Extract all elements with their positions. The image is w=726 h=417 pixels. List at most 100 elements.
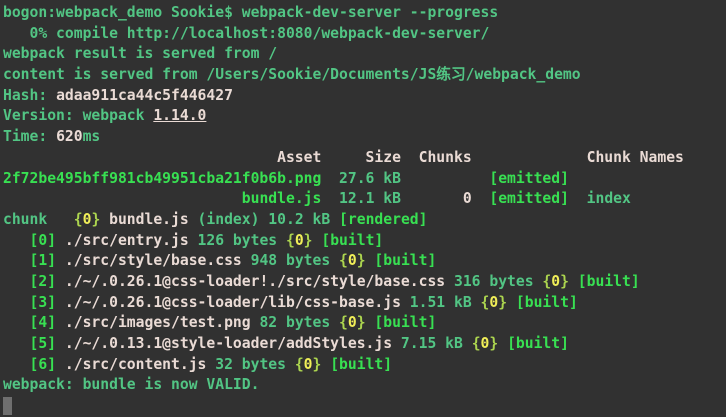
text-segment: { [472, 335, 481, 352]
text-segment: chunk [3, 211, 74, 228]
text-segment: 2f72be495bff981cb49951cba21f0b6b.png [3, 170, 321, 187]
text-segment: } [357, 314, 366, 331]
text-segment [56, 232, 65, 249]
text-segment [498, 335, 507, 352]
terminal-line: webpack result is served from / [3, 44, 726, 65]
text-segment: 32 bytes [206, 356, 294, 373]
terminal-line: [2] ./~/.0.26.1@css-loader!./src/style/b… [3, 272, 726, 293]
terminal-line: bogon:webpack_demo Sookie$ webpack-dev-s… [3, 3, 726, 24]
text-segment: (index) 10.2 kB [189, 211, 339, 228]
text-segment: [emitted] [489, 170, 569, 187]
text-segment: ./src/entry.js [65, 232, 189, 249]
text-segment: [built] [507, 335, 569, 352]
text-segment: [5] [30, 335, 57, 352]
text-segment: content is served from /Users/Sookie/Doc… [3, 66, 581, 83]
text-segment: [3] [30, 294, 57, 311]
text-segment: ./src/style/base.css [65, 252, 242, 269]
text-segment [56, 273, 65, 290]
text-segment: Time: [3, 128, 56, 145]
terminal-line: Version: webpack 1.14.0 [3, 106, 726, 127]
text-segment [3, 335, 30, 352]
text-segment: 1.51 kB [401, 294, 481, 311]
text-segment: webpack: bundle is now VALID. [3, 376, 259, 393]
terminal-line: Hash: adaa911ca44c5f446427 [3, 86, 726, 107]
terminal-line: Time: 620ms [3, 127, 726, 148]
text-segment: } [560, 273, 569, 290]
terminal-line: [6] ./src/content.js 32 bytes {0} [built… [3, 355, 726, 376]
text-segment: bundle.js [109, 211, 189, 228]
text-segment: 7.15 kB [392, 335, 472, 352]
text-segment: 82 bytes [251, 314, 339, 331]
text-segment: bogon:webpack_demo Sookie$ webpack-dev-s… [3, 4, 498, 21]
terminal-line: 2f72be495bff981cb49951cba21f0b6b.png 27.… [3, 169, 726, 190]
terminal-line: [3] ./~/.0.26.1@css-loader/lib/css-base.… [3, 293, 726, 314]
text-segment: } [304, 232, 313, 249]
text-segment: 0 [295, 232, 304, 249]
text-segment [472, 190, 490, 207]
text-segment: 0 [489, 294, 498, 311]
text-segment: adaa911ca44c5f446427 [56, 87, 233, 104]
terminal-line: [5] ./~/.0.13.1@style-loader/addStyles.j… [3, 334, 726, 355]
text-segment: 0 [463, 190, 472, 207]
text-segment [3, 314, 30, 331]
text-segment [3, 252, 30, 269]
text-segment: 1.14.0 [153, 107, 206, 124]
text-segment: 27.6 kB [321, 170, 489, 187]
text-segment: 0 [348, 252, 357, 269]
text-segment: 620 [56, 128, 83, 145]
text-segment: ms [83, 128, 101, 145]
text-segment: [built] [516, 294, 578, 311]
terminal-line: bundle.js 12.1 kB 0 [emitted] index [3, 189, 726, 210]
text-segment: 126 bytes [189, 232, 286, 249]
text-segment [56, 294, 65, 311]
text-segment: Asset Size Chunks Chunk Names [3, 149, 684, 166]
text-segment [56, 335, 65, 352]
text-segment [100, 211, 109, 228]
terminal-line: [1] ./src/style/base.css 948 bytes {0} [… [3, 251, 726, 272]
text-segment: [emitted] [489, 190, 569, 207]
text-segment: { [339, 252, 348, 269]
text-segment [3, 232, 30, 249]
terminal-line: 0% compile http://localhost:8080/webpack… [3, 24, 726, 45]
text-segment: [1] [30, 252, 57, 269]
text-segment [3, 356, 30, 373]
text-segment: } [489, 335, 498, 352]
text-segment: Version: webpack [3, 107, 153, 124]
text-segment: 0 [348, 314, 357, 331]
terminal-window[interactable]: bogon:webpack_demo Sookie$ webpack-dev-s… [0, 0, 726, 417]
terminal-line: chunk {0} bundle.js (index) 10.2 kB [ren… [3, 210, 726, 231]
text-segment: [rendered] [339, 211, 427, 228]
text-segment [3, 190, 242, 207]
text-segment: [built] [374, 252, 436, 269]
text-segment: { [74, 211, 83, 228]
text-segment [56, 314, 65, 331]
text-segment: Hash: [3, 87, 56, 104]
text-segment: ./~/.0.26.1@css-loader/lib/css-base.js [65, 294, 401, 311]
terminal-line: [0] ./src/entry.js 126 bytes {0} [built] [3, 231, 726, 252]
text-segment: [6] [30, 356, 57, 373]
text-segment: 948 bytes [242, 252, 339, 269]
text-segment: webpack result is served from / [3, 45, 277, 62]
text-segment: } [498, 294, 507, 311]
text-segment [507, 294, 516, 311]
text-segment: [0] [30, 232, 57, 249]
text-segment [569, 273, 578, 290]
text-segment: ./src/images/test.png [65, 314, 251, 331]
text-segment: ./~/.0.13.1@style-loader/addStyles.js [65, 335, 392, 352]
text-segment: [built] [330, 356, 392, 373]
text-segment [321, 356, 330, 373]
text-segment: 0% compile http://localhost:8080/webpack… [3, 25, 489, 42]
text-segment: ./src/content.js [65, 356, 206, 373]
text-segment: [built] [578, 273, 640, 290]
text-segment: ./~/.0.26.1@css-loader!./src/style/base.… [65, 273, 445, 290]
text-segment: 0 [304, 356, 313, 373]
terminal-line: Asset Size Chunks Chunk Names [3, 148, 726, 169]
text-segment: bundle.js [242, 190, 322, 207]
text-segment: } [357, 252, 366, 269]
text-segment: { [339, 314, 348, 331]
text-segment: [built] [321, 232, 383, 249]
terminal-cursor-line [3, 396, 726, 417]
text-segment: index [569, 190, 631, 207]
text-segment: 0 [551, 273, 560, 290]
text-segment: [built] [374, 314, 436, 331]
